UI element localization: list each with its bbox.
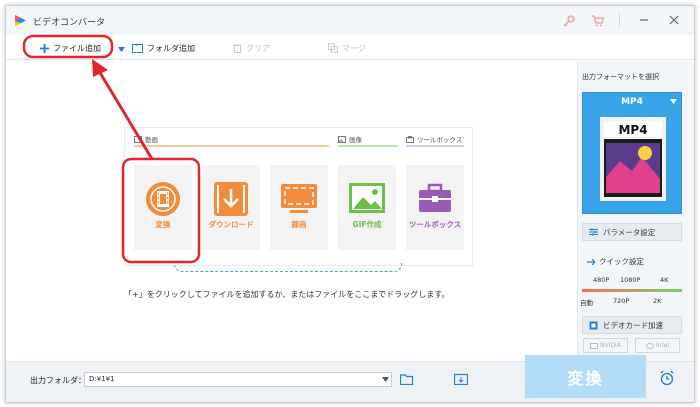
toolbar: ファイル追加 フォルダ追加 クリア マージ	[6, 35, 694, 60]
output-format-title: 出力フォーマットを選択	[582, 73, 659, 81]
output-folder-label: 出力フォルダ：	[30, 376, 86, 385]
section-video-label: 動画	[145, 136, 158, 144]
drop-zone-indicator	[174, 262, 402, 272]
add-folder-label: フォルダ追加	[147, 43, 195, 53]
intel-icon	[645, 342, 654, 349]
quick-settings-header: クイック設定	[587, 256, 644, 267]
gpu-acceleration-button[interactable]: ビデオカード加速	[582, 316, 682, 334]
parameter-settings-label: パラメータ設定	[603, 227, 656, 237]
download-icon	[214, 182, 248, 216]
minimize-icon[interactable]	[636, 12, 652, 28]
video-section-icon	[134, 135, 142, 143]
app-title: ビデオコンバータ	[33, 18, 106, 28]
nvidia-button[interactable]: NVIDIA	[583, 338, 628, 353]
output-folder-input[interactable]: D:¥1¥1	[84, 372, 392, 387]
gpu-icon	[589, 321, 598, 329]
nvidia-label: NVIDIA	[600, 342, 621, 349]
add-file-dropdown-icon[interactable]	[118, 47, 125, 52]
quality-2k: 2K	[653, 297, 662, 305]
tile-download[interactable]: ダウンロード	[202, 165, 260, 250]
intel-label: Intel	[655, 342, 670, 349]
alarm-clock-icon[interactable]	[659, 370, 675, 386]
feature-panel: 動画 画像 ツールボックス 変換 ダウンロード 録画 GIF作成 ツールボックス	[124, 127, 473, 266]
sliders-icon	[589, 228, 598, 236]
toolbox-section-icon	[406, 135, 414, 143]
tile-convert-label: 変換	[155, 220, 171, 229]
title-divider	[619, 12, 620, 28]
close-icon[interactable]	[666, 12, 682, 28]
format-name: MP4	[621, 97, 643, 107]
merge-button[interactable]: マージ	[328, 40, 366, 56]
format-badge: MP4	[618, 123, 648, 137]
drop-hint: 「+」をクリックしてファイルを追加するか、またはファイルをここまでドラッグします…	[124, 290, 450, 299]
folder-export-icon[interactable]	[454, 373, 468, 385]
section-toolbox-label: ツールボックス	[417, 136, 463, 144]
section-toolbox: ツールボックス	[406, 134, 462, 144]
title-bar: ビデオコンバータ	[6, 6, 694, 35]
intel-button[interactable]: Intel	[635, 338, 680, 353]
key-icon[interactable]	[562, 14, 576, 28]
tile-download-label: ダウンロード	[208, 220, 254, 229]
section-video: 動画	[134, 134, 158, 144]
video-section-line	[134, 145, 329, 147]
clear-button[interactable]: クリア	[233, 40, 270, 56]
gpu-acceleration-label: ビデオカード加速	[603, 320, 663, 330]
trash-icon	[233, 44, 242, 53]
folder-dropdown-icon[interactable]	[382, 377, 389, 382]
section-image-label: 画像	[349, 136, 362, 144]
plus-icon	[40, 43, 49, 53]
add-file-label: ファイル追加	[53, 43, 101, 53]
format-selector[interactable]: MP4 MP4	[582, 92, 682, 214]
tile-record[interactable]: 録画	[270, 165, 328, 250]
tile-gif[interactable]: GIF作成	[338, 165, 396, 250]
screen-record-icon	[281, 184, 317, 213]
clear-label: クリア	[246, 43, 270, 53]
quality-720p: 720P	[613, 297, 630, 305]
tile-gif-label: GIF作成	[352, 220, 382, 229]
image-section-icon	[338, 135, 346, 143]
section-image: 画像	[338, 134, 362, 144]
gif-image-icon	[349, 183, 385, 213]
add-file-button[interactable]: ファイル追加	[40, 40, 101, 56]
quality-slider[interactable]	[582, 289, 682, 292]
tile-toolbox[interactable]: ツールボックス	[406, 165, 464, 250]
app-logo-icon	[15, 15, 26, 26]
quick-settings-icon	[587, 258, 595, 265]
tile-record-label: 録画	[291, 220, 307, 229]
folder-add-icon	[132, 44, 143, 53]
toolbox-icon	[419, 183, 451, 212]
convert-button[interactable]: 変換	[525, 355, 646, 398]
toolbox-section-line	[406, 145, 464, 147]
convert-film-icon	[146, 182, 180, 216]
quality-480p: 480P	[593, 276, 610, 284]
nvidia-icon	[590, 342, 599, 349]
add-folder-button[interactable]: フォルダ追加	[132, 40, 195, 56]
quality-1080p: 1080P	[620, 276, 641, 284]
parameter-settings-button[interactable]: パラメータ設定	[582, 223, 682, 241]
tile-toolbox-label: ツールボックス	[408, 220, 462, 229]
quality-4k: 4K	[660, 276, 669, 284]
quick-settings-label: クイック設定	[599, 257, 644, 266]
merge-icon	[328, 43, 338, 53]
tile-convert[interactable]: 変換	[134, 165, 192, 250]
output-folder-value: D:¥1¥1	[89, 375, 115, 383]
open-folder-icon[interactable]	[400, 373, 414, 385]
merge-label: マージ	[342, 43, 366, 53]
quality-auto: 自動	[580, 299, 593, 307]
cart-icon[interactable]	[591, 14, 605, 28]
image-section-line	[338, 145, 398, 147]
format-dropdown-icon	[670, 99, 677, 104]
